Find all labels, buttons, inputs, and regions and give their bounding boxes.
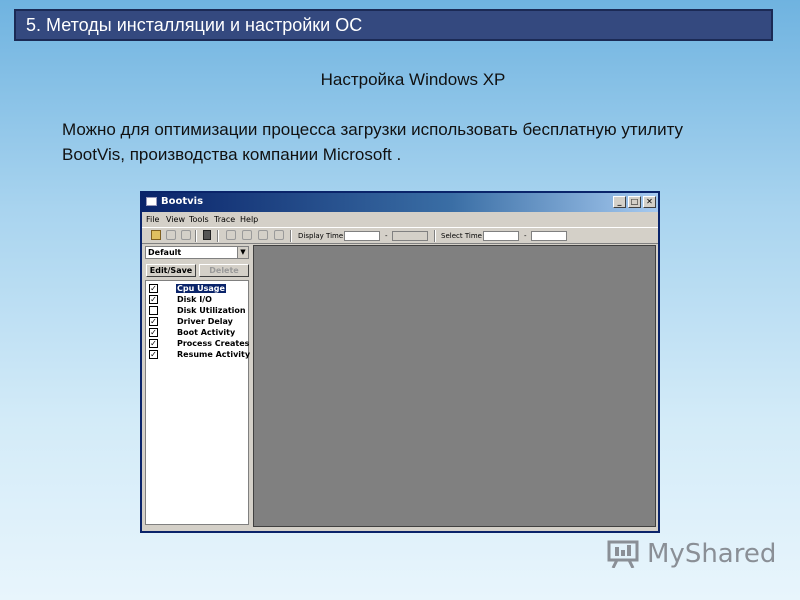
- menu-help[interactable]: Help: [240, 215, 258, 224]
- maximize-button[interactable]: □: [628, 196, 641, 208]
- graph-checkbox[interactable]: ✓: [149, 328, 158, 337]
- watermark-text: MyShared: [647, 539, 777, 569]
- delete-button[interactable]: Delete: [199, 264, 249, 277]
- toolbar-separator: [195, 230, 197, 242]
- select-time-dash: -: [524, 232, 527, 240]
- menu-view[interactable]: View: [166, 215, 185, 224]
- toolbar: Display Time - Select Time -: [142, 227, 658, 244]
- display-time-start-field[interactable]: [344, 231, 380, 241]
- select-time-end-field[interactable]: [531, 231, 567, 241]
- graph-checkbox[interactable]: ✓: [149, 284, 158, 293]
- minimize-button[interactable]: _: [613, 196, 626, 208]
- close-button[interactable]: ✕: [643, 196, 656, 208]
- graph-checkbox[interactable]: ✓: [149, 350, 158, 359]
- menu-file[interactable]: File: [146, 215, 159, 224]
- open-icon[interactable]: [151, 230, 161, 240]
- graph-checkbox[interactable]: [149, 306, 158, 315]
- graph-list: ✓ Cpu Usage ✓ Disk I/O Disk Utilization …: [145, 280, 251, 525]
- toolbar-separator: [217, 230, 219, 242]
- trace-icon[interactable]: [203, 230, 211, 240]
- profile-select-value: Default: [148, 248, 182, 257]
- zoom-fit-icon[interactable]: [258, 230, 268, 240]
- watermark-logo: MyShared: [607, 536, 776, 574]
- graph-label: Process Creates: [177, 339, 250, 348]
- slide-subtitle: Настройка Windows XP: [320, 70, 506, 89]
- toolbar-separator: [434, 230, 436, 242]
- zoom-out-icon[interactable]: [242, 230, 252, 240]
- save-icon[interactable]: [166, 230, 176, 240]
- menu-trace[interactable]: Trace: [214, 215, 235, 224]
- edit-save-button[interactable]: Edit/Save: [146, 264, 196, 277]
- graph-checkbox[interactable]: ✓: [149, 295, 158, 304]
- slide-body-text: Можно для оптимизации процесса загрузки …: [62, 120, 684, 164]
- graph-label: Boot Activity: [177, 328, 236, 337]
- graph-area[interactable]: [253, 245, 656, 527]
- app-icon: [146, 197, 157, 206]
- print-icon[interactable]: [181, 230, 191, 240]
- display-time-dash: -: [385, 232, 388, 240]
- graph-checkbox[interactable]: ✓: [149, 339, 158, 348]
- select-time-label: Select Time: [441, 232, 482, 240]
- graph-label: Driver Delay: [177, 317, 233, 326]
- menu-bar: File View Tools Trace Help: [142, 213, 658, 227]
- display-time-label: Display Time: [298, 232, 344, 240]
- profile-select[interactable]: Default ▼: [145, 246, 249, 259]
- window-titlebar[interactable]: Bootvis _ □ ✕: [142, 193, 658, 212]
- display-time-end-field[interactable]: [392, 231, 428, 241]
- select-time-start-field[interactable]: [483, 231, 519, 241]
- graph-label: Disk Utilization: [177, 306, 246, 315]
- toolbar-separator: [290, 230, 292, 242]
- zoom-reset-icon[interactable]: [274, 230, 284, 240]
- graph-checkbox[interactable]: ✓: [149, 317, 158, 326]
- zoom-in-icon[interactable]: [226, 230, 236, 240]
- bootvis-window: Bootvis _ □ ✕ File View Tools Trace Help…: [140, 191, 660, 533]
- presentation-board-icon: [607, 540, 639, 568]
- window-title: Bootvis: [161, 196, 204, 207]
- chevron-down-icon[interactable]: ▼: [237, 247, 248, 258]
- menu-tools[interactable]: Tools: [189, 215, 209, 224]
- slide-header: 5. Методы инсталляции и настройки ОС: [14, 9, 773, 41]
- graph-label: Cpu Usage: [176, 284, 226, 293]
- graph-label: Resume Activity: [177, 350, 251, 359]
- graph-selector-pane: Default ▼ Edit/Save Delete ✓ Cpu Usage ✓…: [144, 245, 250, 527]
- graph-label: Disk I/O: [177, 295, 212, 304]
